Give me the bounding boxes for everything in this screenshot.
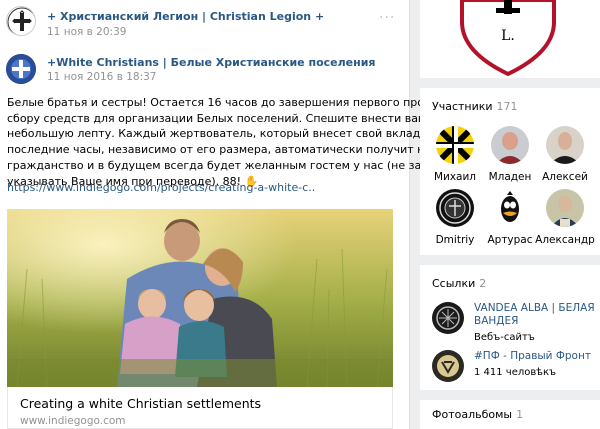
post-text-line: сбору средств для организации Белых посе… [7, 111, 435, 125]
member-name: Алексей [542, 171, 588, 183]
member-item[interactable]: Михаил [425, 126, 485, 183]
member-name: Александр [535, 234, 595, 246]
white-cross-icon [6, 54, 36, 84]
member-avatar [491, 126, 529, 164]
member-item[interactable]: Артурас [480, 189, 540, 246]
link-item-subtitle: 1 411 человѣкъ [474, 367, 557, 378]
repost-author-link[interactable]: +White Christians | Белые Христианские п… [47, 56, 376, 69]
links-block: Ссылки 2 VANDEA ALBA | БЕЛАЯ ВАНДЕЯ Вебъ-… [420, 265, 600, 390]
albums-title[interactable]: Фотоальбомы 1 [432, 408, 523, 421]
member-avatar [436, 126, 474, 164]
portrait-painting-icon [546, 189, 584, 227]
post-text-line: небольшую лепту. Каждый жертвователь, ко… [7, 127, 454, 141]
member-name: Артурас [487, 234, 533, 246]
dark-emblem-icon [432, 302, 464, 334]
black-yellow-flag-icon [436, 126, 474, 164]
links-title[interactable]: Ссылки 2 [432, 277, 486, 290]
member-item[interactable]: Александр [535, 189, 595, 246]
community-logo-block: L. [420, 0, 600, 78]
link-item[interactable]: VANDEA ALBA | БЕЛАЯ ВАНДЕЯ Вебъ-сайтъ [432, 302, 599, 343]
post-text-line: последние часы, независимо от его размер… [7, 143, 448, 157]
member-avatar [546, 126, 584, 164]
member-avatar [436, 189, 474, 227]
repost-header: +White Christians | Белые Христианские п… [6, 54, 406, 84]
member-avatar [546, 189, 584, 227]
members-title-label: Участники [432, 100, 493, 113]
emblem-seal-icon [436, 189, 474, 227]
post-url-link[interactable]: https://www.indiegogo.com/projects/creat… [7, 181, 315, 194]
repost-date[interactable]: 11 ноя 2016 в 18:37 [47, 71, 157, 83]
link-avatar [432, 350, 464, 382]
person-photo-icon [546, 126, 584, 164]
link-preview-card[interactable]: Creating a white Christian settlements w… [7, 387, 393, 429]
member-name: Младен [488, 171, 532, 183]
wall-post: + Христианский Легион | Christian Legion… [0, 0, 471, 429]
link-preview-domain: www.indiegogo.com [20, 415, 126, 427]
cartoon-duck-icon [491, 189, 529, 227]
member-name: Михаил [433, 171, 477, 183]
members-block: Участники 171 Михаил Младен Алексей Dmit… [420, 88, 600, 255]
shield-logo-icon: L. [460, 0, 556, 77]
member-item[interactable]: Младен [480, 126, 540, 183]
logo-letter: L. [501, 28, 515, 44]
family-photo-image [7, 209, 393, 387]
link-item[interactable]: #ПФ - Правый Фронт 1 411 человѣкъ [432, 350, 597, 384]
link-preview-title[interactable]: Creating a white Christian settlements [20, 396, 261, 411]
member-name: Dmitriy [435, 234, 475, 246]
post-text: Белые братья и сестры! Остается 16 часов… [7, 95, 471, 189]
member-avatar [491, 189, 529, 227]
cross-emblem-icon [7, 7, 35, 35]
photo-albums-block: Фотоальбомы 1 [420, 400, 600, 429]
member-item[interactable]: Алексей [535, 126, 595, 183]
members-count: 171 [496, 100, 518, 113]
links-count: 2 [479, 277, 487, 290]
repost-group-avatar[interactable] [6, 54, 36, 84]
albums-title-label: Фотоальбомы [432, 408, 513, 421]
links-title-label: Ссылки [432, 277, 476, 290]
link-item-subtitle: Вебъ-сайтъ [474, 332, 535, 343]
post-date[interactable]: 11 ноя в 20:39 [47, 26, 126, 38]
attached-photo[interactable] [7, 209, 393, 387]
albums-count: 1 [516, 408, 524, 421]
person-photo-icon [491, 126, 529, 164]
post-header: + Христианский Легион | Christian Legion… [6, 6, 406, 40]
post-author-link[interactable]: + Христианский Легион | Christian Legion… [47, 10, 324, 23]
post-text-line: Белые братья и сестры! Остается 16 часов… [7, 96, 468, 109]
more-options-icon[interactable]: ··· [379, 10, 395, 26]
post-text-line: гражданство и в будущем всегда будет жел… [7, 158, 471, 172]
link-avatar [432, 302, 464, 334]
group-avatar[interactable] [6, 6, 36, 36]
member-item[interactable]: Dmitriy [425, 189, 485, 246]
right-front-emblem-icon [432, 350, 464, 382]
members-title[interactable]: Участники 171 [432, 100, 518, 113]
link-item-title[interactable]: VANDEA ALBA | БЕЛАЯ ВАНДЕЯ [474, 302, 599, 327]
link-item-title[interactable]: #ПФ - Правый Фронт [474, 350, 599, 363]
